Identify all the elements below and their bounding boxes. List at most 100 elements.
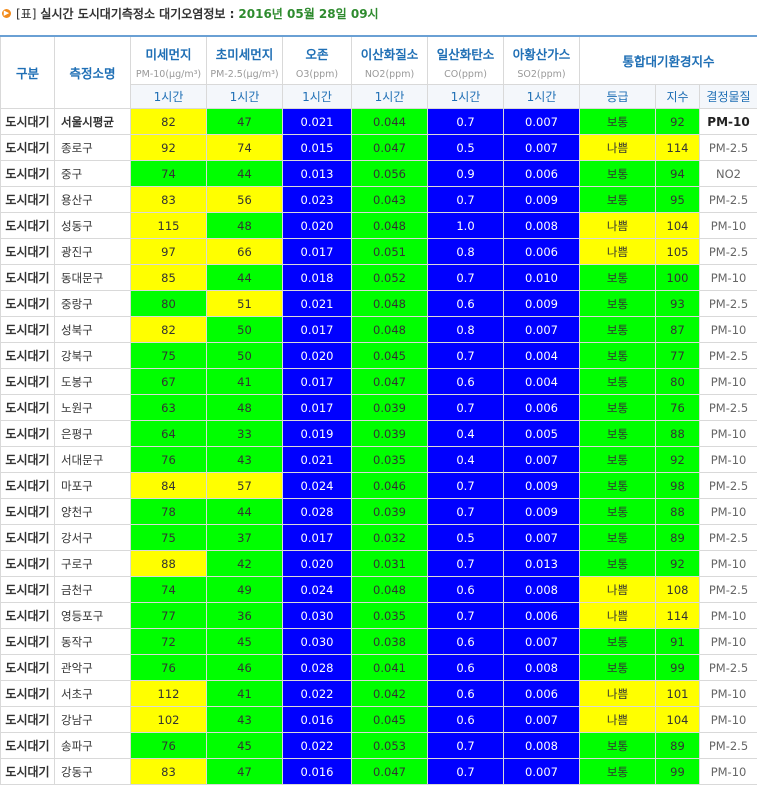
cell-so2: 0.007 [503, 108, 580, 135]
table-body: 도시대기 서울시평균 82 47 0.021 0.044 0.7 0.007 보통 92 PM-10… [0, 108, 757, 785]
cell-no2: 0.048 [351, 212, 428, 239]
cell-kind: 도시대기 [0, 368, 55, 395]
cell-pm10: 83 [130, 758, 207, 785]
cell-so2: 0.006 [503, 602, 580, 629]
header-o3: 오존 O3(ppm) [282, 35, 352, 85]
cell-grade: 보통 [579, 472, 656, 499]
cell-grade: 보통 [579, 160, 656, 187]
cell-pm25: 74 [206, 134, 283, 161]
title-prefix: [표] [16, 6, 37, 21]
header-hour-pm25: 1시간 [206, 84, 283, 109]
cell-so2: 0.008 [503, 654, 580, 681]
cell-station: 광진구 [54, 238, 131, 265]
cell-co: 0.7 [427, 758, 504, 785]
cell-station: 은평구 [54, 420, 131, 447]
cell-o3: 0.024 [282, 576, 352, 603]
cell-grade: 보통 [579, 654, 656, 681]
cell-no2: 0.048 [351, 576, 428, 603]
cell-pm25: 49 [206, 576, 283, 603]
table-row: 도시대기 종로구 92 74 0.015 0.047 0.5 0.007 나쁨 114 PM-2.5 [0, 134, 757, 161]
cell-co: 0.7 [427, 394, 504, 421]
cell-kind: 도시대기 [0, 602, 55, 629]
cell-co: 0.4 [427, 420, 504, 447]
cell-determinant: PM-2.5 [698, 238, 757, 265]
cell-index: 76 [655, 394, 700, 421]
cell-station: 노원구 [54, 394, 131, 421]
cell-so2: 0.006 [503, 160, 580, 187]
cell-o3: 0.017 [282, 394, 352, 421]
cell-determinant: PM-10 [698, 602, 757, 629]
cell-station: 영등포구 [54, 602, 131, 629]
cell-co: 0.6 [427, 628, 504, 655]
cell-determinant: PM-10 [698, 706, 757, 733]
cell-kind: 도시대기 [0, 446, 55, 473]
cell-station: 중랑구 [54, 290, 131, 317]
cell-determinant: PM-2.5 [698, 342, 757, 369]
cell-o3: 0.018 [282, 264, 352, 291]
cell-grade: 나쁨 [579, 238, 656, 265]
cell-o3: 0.020 [282, 342, 352, 369]
cell-pm25: 36 [206, 602, 283, 629]
cell-pm10: 82 [130, 108, 207, 135]
table-row: 도시대기 구로구 88 42 0.020 0.031 0.7 0.013 보통 92 PM-10 [0, 550, 757, 577]
cell-co: 0.7 [427, 498, 504, 525]
cell-kind: 도시대기 [0, 472, 55, 499]
cell-kind: 도시대기 [0, 264, 55, 291]
cell-pm10: 72 [130, 628, 207, 655]
cell-grade: 나쁨 [579, 576, 656, 603]
cell-co: 0.6 [427, 680, 504, 707]
cell-co: 0.5 [427, 134, 504, 161]
cell-index: 88 [655, 420, 700, 447]
cell-so2: 0.009 [503, 472, 580, 499]
cell-no2: 0.047 [351, 134, 428, 161]
table-row: 도시대기 강남구 102 43 0.016 0.045 0.6 0.007 나쁨 104 PM-10 [0, 706, 757, 733]
cell-o3: 0.019 [282, 420, 352, 447]
cell-pm10: 80 [130, 290, 207, 317]
cell-o3: 0.023 [282, 186, 352, 213]
cell-station: 도봉구 [54, 368, 131, 395]
cell-kind: 도시대기 [0, 342, 55, 369]
cell-so2: 0.007 [503, 524, 580, 551]
cell-no2: 0.056 [351, 160, 428, 187]
cell-pm25: 41 [206, 680, 283, 707]
cell-pm25: 43 [206, 446, 283, 473]
cell-o3: 0.028 [282, 498, 352, 525]
cell-grade: 보통 [579, 758, 656, 785]
cell-kind: 도시대기 [0, 758, 55, 785]
cell-station: 용산구 [54, 186, 131, 213]
cell-pm25: 44 [206, 498, 283, 525]
cell-determinant: PM-10 [698, 446, 757, 473]
cell-pm25: 47 [206, 108, 283, 135]
cell-co: 0.6 [427, 368, 504, 395]
table-row: 도시대기 강동구 83 47 0.016 0.047 0.7 0.007 보통 99 PM-10 [0, 758, 757, 785]
cell-grade: 보통 [579, 342, 656, 369]
cell-kind: 도시대기 [0, 134, 55, 161]
cell-o3: 0.020 [282, 550, 352, 577]
cell-no2: 0.039 [351, 420, 428, 447]
cell-kind: 도시대기 [0, 238, 55, 265]
table-row: 도시대기 중랑구 80 51 0.021 0.048 0.6 0.009 보통 93 PM-2.5 [0, 290, 757, 317]
table-row: 도시대기 서울시평균 82 47 0.021 0.044 0.7 0.007 보통 92 PM-10 [0, 108, 757, 135]
cell-pm10: 75 [130, 342, 207, 369]
cell-index: 92 [655, 550, 700, 577]
cell-pm10: 63 [130, 394, 207, 421]
header-pm25: 초미세먼지 PM-2.5(μg/m³) [206, 35, 283, 85]
cell-so2: 0.004 [503, 342, 580, 369]
cell-co: 1.0 [427, 212, 504, 239]
cell-determinant: PM-10 [698, 368, 757, 395]
cell-no2: 0.039 [351, 498, 428, 525]
header-index: 지수 [655, 84, 700, 109]
cell-pm10: 74 [130, 576, 207, 603]
header-hour-so2: 1시간 [503, 84, 580, 109]
cell-index: 108 [655, 576, 700, 603]
header-pm10: 미세먼지 PM-10(μg/m³) [130, 35, 207, 85]
cell-index: 93 [655, 290, 700, 317]
cell-pm10: 78 [130, 498, 207, 525]
cell-pm25: 51 [206, 290, 283, 317]
cell-o3: 0.022 [282, 680, 352, 707]
arrow-bullet-icon: ▶ [2, 8, 11, 18]
cell-determinant: PM-2.5 [698, 394, 757, 421]
cell-grade: 보통 [579, 524, 656, 551]
cell-determinant: PM-2.5 [698, 472, 757, 499]
header-cai: 통합대기환경지수 [578, 35, 757, 85]
